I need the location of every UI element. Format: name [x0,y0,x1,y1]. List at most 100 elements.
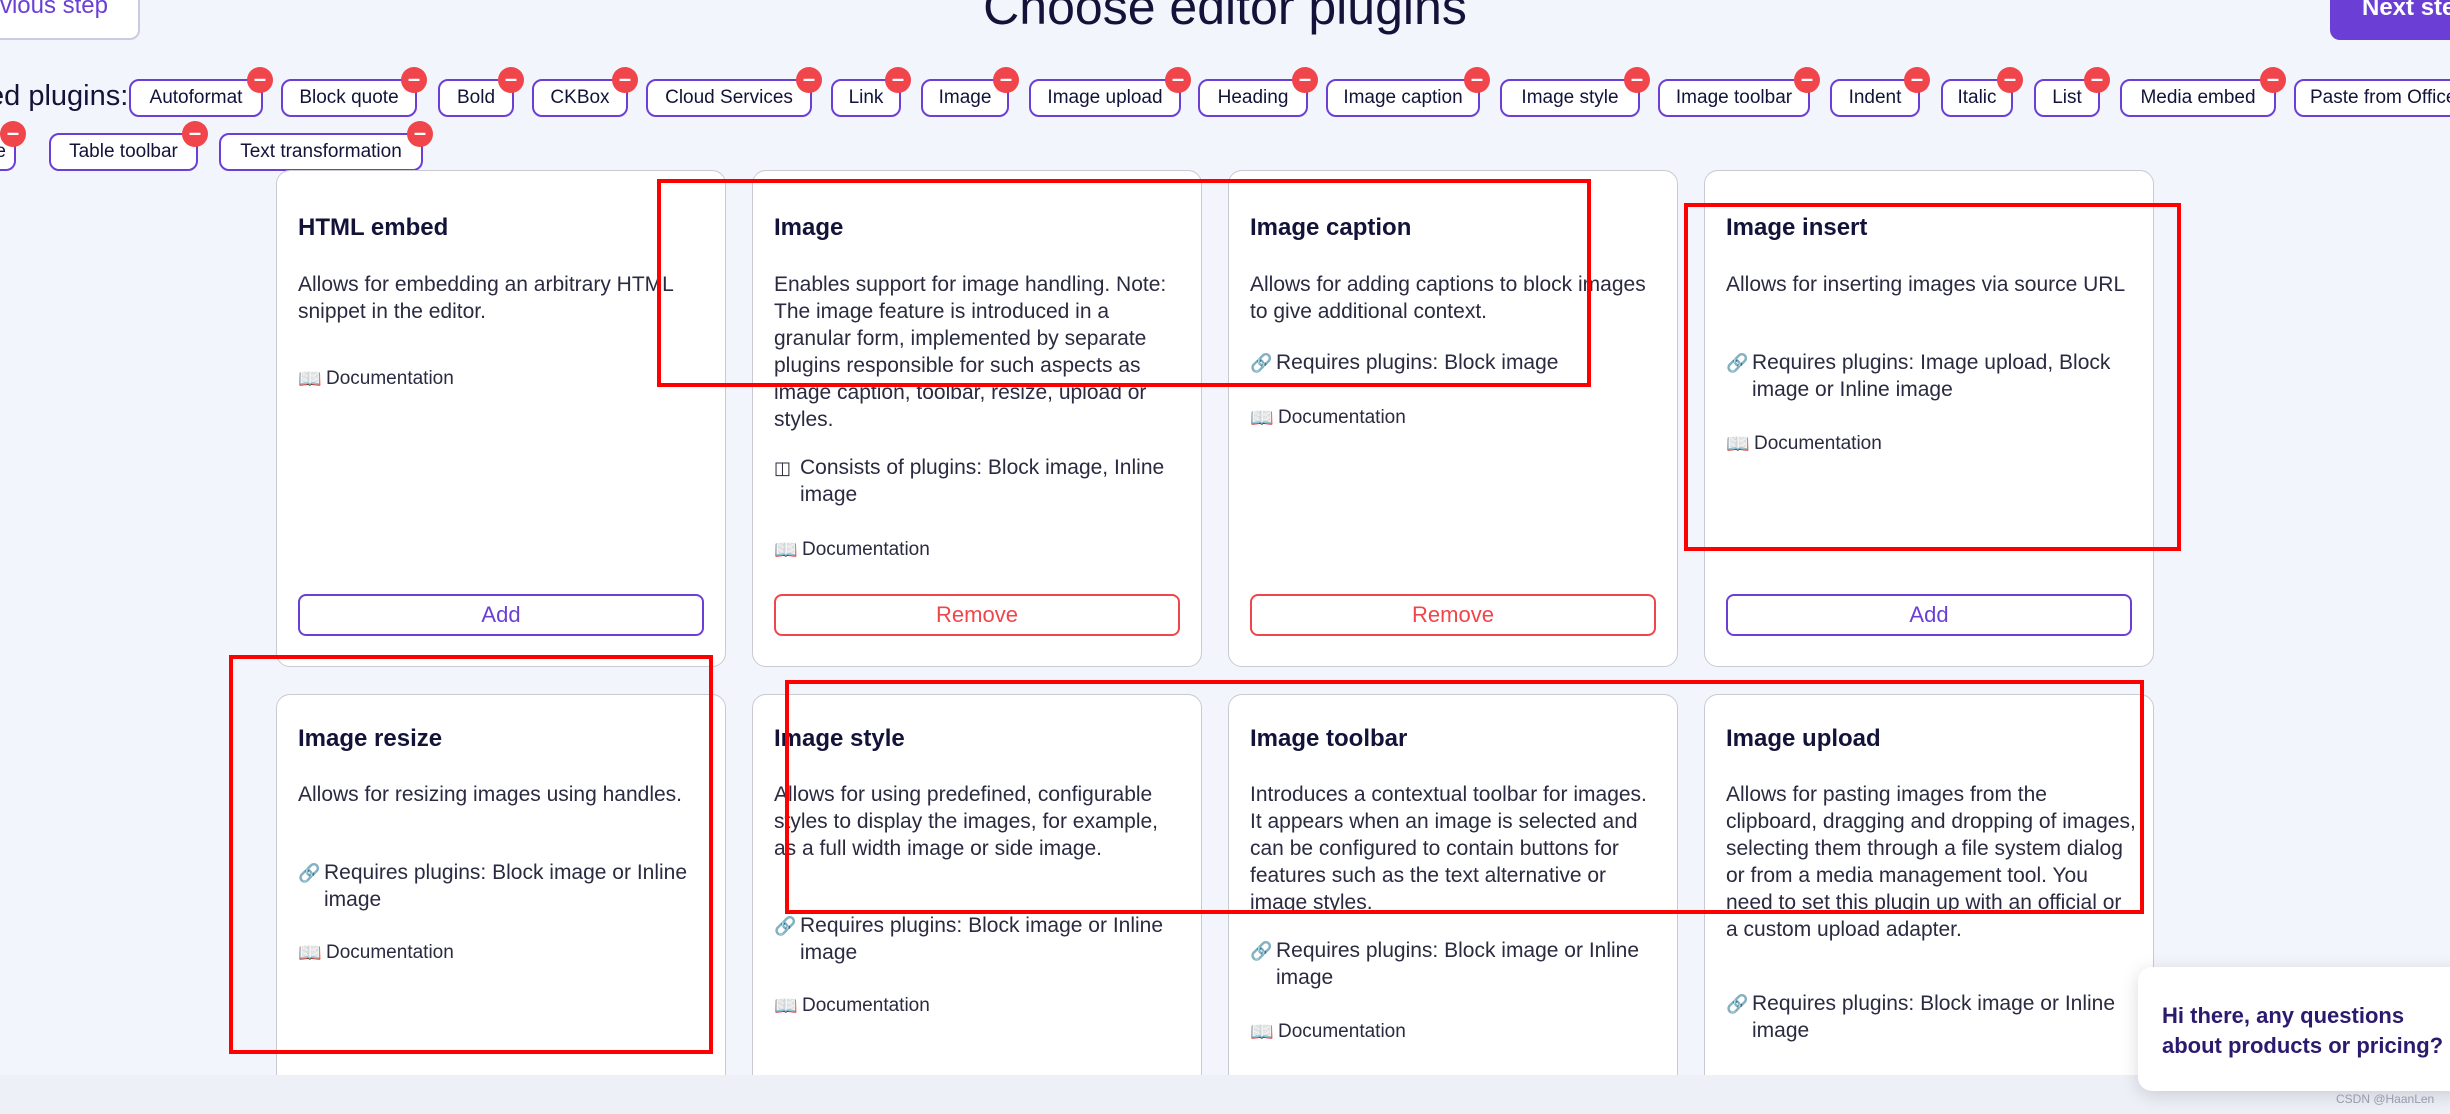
plugin-title: Image caption [1250,214,1412,241]
remove-plugin-icon[interactable]: – [1464,67,1490,93]
chip-label: Italic [1957,87,1997,108]
plugin-title: Image resize [298,725,443,752]
remove-plugin-icon[interactable]: – [0,121,26,147]
dependencies-text: Consists of plugins: Block image, Inline… [800,456,1165,506]
selected-plugin-chip: CKBox – [532,67,638,117]
chip-label: Autoformat [149,87,243,108]
selected-plugin-chip: Media embed – [2120,67,2286,117]
selected-plugin-chip: List – [2034,67,2110,117]
chip-label: Image style [1521,87,1619,108]
watermark: CSDN @HaanLen [2336,1092,2435,1106]
documentation-label: Documentation [1278,1021,1406,1042]
chip-label: Bold [456,87,496,108]
book-icon: 📖 [1250,1022,1274,1043]
documentation-label: Documentation [802,539,930,560]
remove-plugin-button[interactable]: Remove [774,594,1180,636]
selected-plugin-chip: Image style – [1500,67,1650,117]
plugin-title: Image toolbar [1250,725,1408,752]
plugin-title: HTML embed [298,214,449,241]
documentation-link[interactable]: 📖 Documentation [1250,406,1406,430]
selected-plugin-chip: Paste from Office [2294,79,2450,117]
remove-plugin-icon[interactable]: – [2084,67,2110,93]
book-icon: 📖 [298,369,322,390]
plugin-dependencies: 🔗 Requires plugins: Block image or Inline… [774,912,1178,966]
remove-plugin-icon[interactable]: – [182,121,208,147]
selected-plugin-chip: Italic – [1941,67,2023,117]
selected-plugin-chip: Autoformat – [129,67,273,117]
plugin-title: Image upload [1726,725,1881,752]
plugin-card-image-upload: Image upload Allows for pasting images f… [1704,694,2154,1114]
remove-plugin-icon[interactable]: – [993,67,1019,93]
remove-plugin-icon[interactable]: – [1624,67,1650,93]
chat-widget[interactable]: Hi there, any questions about products o… [2138,967,2450,1091]
plugin-card-image-insert: Image insert Allows for inserting images… [1704,170,2154,667]
remove-plugin-icon[interactable]: – [1292,67,1318,93]
plugin-dependencies: 🔗 Requires plugins: Image upload, Block i… [1726,349,2130,403]
chip-label: Text transformation [240,141,402,162]
remove-plugin-icon[interactable]: – [796,67,822,93]
book-icon: 📖 [774,996,798,1017]
plugin-description: Allows for pasting images from the clipb… [1726,783,2136,941]
plugin-card-image-caption: Image caption Allows for adding captions… [1228,170,1678,667]
plugin-title: Image style [774,725,905,752]
plugin-description: Allows for adding captions to block imag… [1250,273,1646,323]
archive-icon: ◫ [774,458,792,478]
remove-plugin-icon[interactable]: – [885,67,911,93]
book-icon: 📖 [298,943,322,964]
dependencies-text: Requires plugins: Block image [1276,351,1559,374]
page-title: Choose editor plugins [983,0,1467,35]
selected-plugin-chip: e – [0,121,26,171]
link-icon: 🔗 [1250,353,1273,373]
plugin-description: Allows for embedding an arbitrary HTML s… [298,273,674,323]
dependencies-text: Requires plugins: Image upload, Block im… [1752,351,2111,401]
chip-label: Image toolbar [1675,87,1793,108]
dependencies-text: Requires plugins: Block image or Inline … [1276,939,1640,989]
add-plugin-button[interactable]: Add [1726,594,2132,636]
remove-plugin-icon[interactable]: – [1165,67,1191,93]
selected-plugin-chip: Cloud Services – [646,67,822,117]
chip-label: Image [938,87,992,108]
header: evious step Choose editor plugins Next s… [0,0,2450,190]
next-step-button[interactable]: Next step [2330,0,2450,40]
link-icon: 🔗 [1726,353,1749,373]
plugin-description: Introduces a contextual toolbar for imag… [1250,783,1647,914]
remove-plugin-button[interactable]: Remove [1250,594,1656,636]
book-icon: 📖 [1726,434,1750,455]
link-icon: 🔗 [1726,994,1749,1014]
add-plugin-button[interactable]: Add [298,594,704,636]
plugin-dependencies: 🔗 Requires plugins: Block image or Inline… [298,859,702,913]
documentation-link[interactable]: 📖 Documentation [774,538,930,562]
selected-plugin-chip: Text transformation – [219,121,433,171]
documentation-link[interactable]: 📖 Documentation [298,941,454,965]
remove-plugin-icon[interactable]: – [2260,67,2286,93]
selected-plugin-chip: Block quote – [281,67,427,117]
documentation-link[interactable]: 📖 Documentation [774,994,930,1018]
selected-plugin-chip: Link – [831,67,911,117]
remove-plugin-icon[interactable]: – [407,121,433,147]
documentation-label: Documentation [1278,407,1406,428]
chip-label: Indent [1848,87,1902,108]
documentation-label: Documentation [326,368,454,389]
remove-plugin-icon[interactable]: – [498,67,524,93]
link-icon: 🔗 [774,916,797,936]
selected-plugin-chip: Heading – [1198,67,1318,117]
documentation-label: Documentation [802,995,930,1016]
page: { "nav": { "prev_label": "evious step", … [0,0,2450,1114]
chip-label: Paste from Office [2310,87,2450,108]
selected-plugin-chip: Table toolbar – [49,121,208,171]
plugin-description: Allows for resizing images using handles… [298,783,683,806]
remove-plugin-icon[interactable]: – [401,67,427,93]
remove-plugin-icon[interactable]: – [612,67,638,93]
remove-plugin-icon[interactable]: – [1904,67,1930,93]
remove-plugin-icon[interactable]: – [247,67,273,93]
documentation-label: Documentation [326,942,454,963]
remove-plugin-icon[interactable]: – [1997,67,2023,93]
selected-plugins-label: ed plugins: [0,80,129,112]
documentation-link[interactable]: 📖 Documentation [1250,1020,1406,1044]
remove-plugin-icon[interactable]: – [1794,67,1820,93]
documentation-link[interactable]: 📖 Documentation [298,367,454,391]
documentation-link[interactable]: 📖 Documentation [1726,432,1882,456]
selected-plugin-chip: Image upload – [1029,67,1191,117]
chip-label: List [2052,87,2082,108]
selected-plugin-chip: Indent – [1830,67,1930,117]
